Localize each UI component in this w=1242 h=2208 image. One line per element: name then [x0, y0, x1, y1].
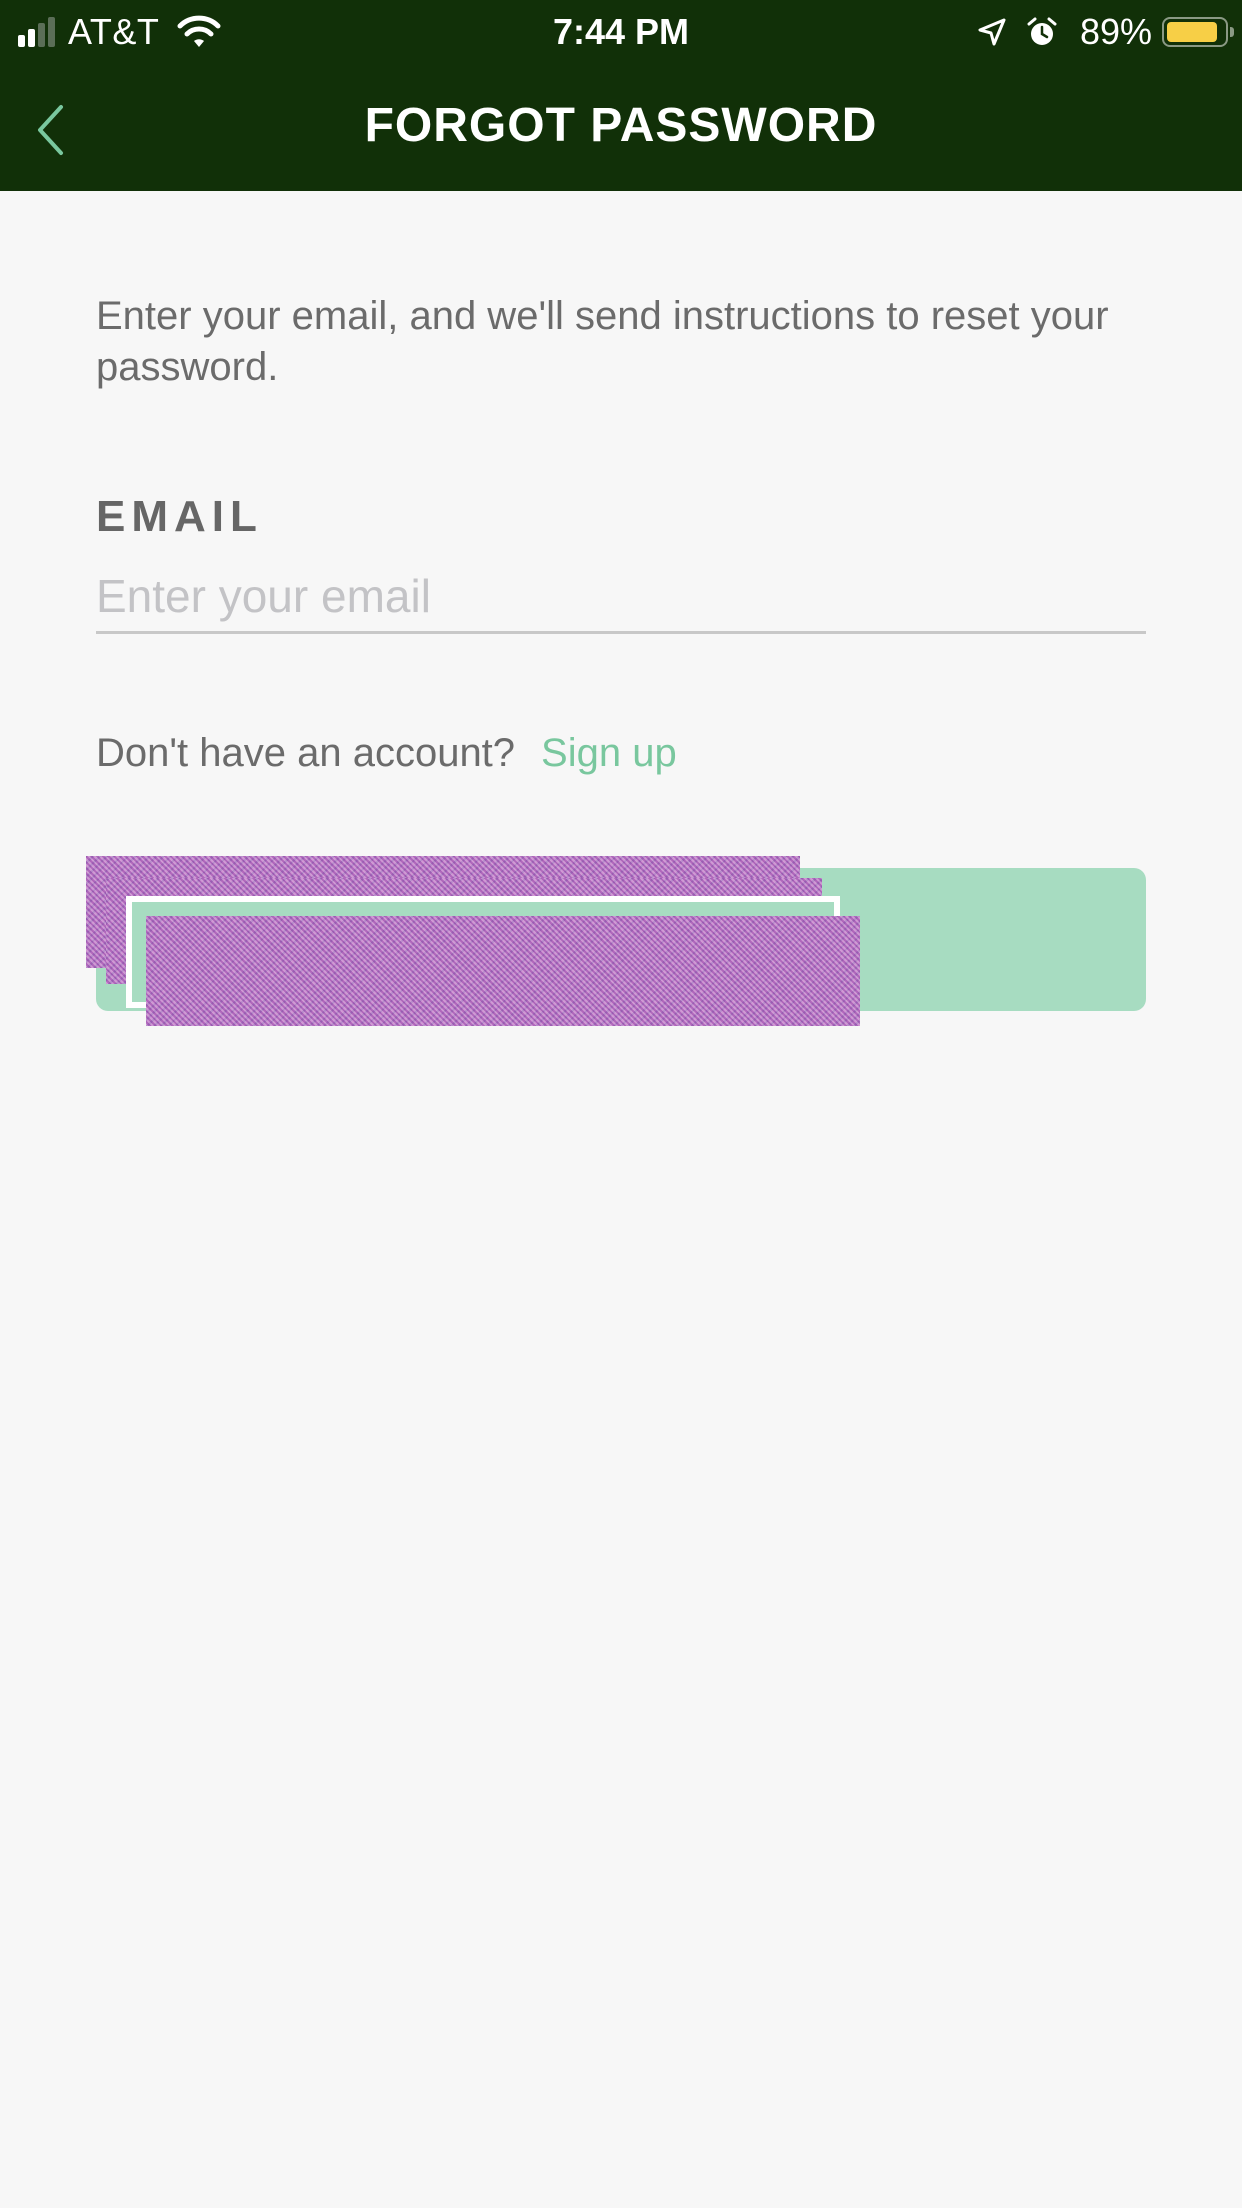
- header-bar: AT&T 7:44 PM 89% FORGOT PASSWORD: [0, 0, 1242, 191]
- signup-prompt: Don't have an account?: [96, 731, 516, 775]
- chevron-left-icon: [38, 105, 63, 155]
- instructions-text: Enter your email, and we'll send instruc…: [96, 294, 1109, 389]
- signup-row: Don't have an account? Sign up: [96, 726, 677, 780]
- battery-percent: 89%: [1079, 11, 1152, 52]
- location-arrow-icon: [978, 18, 1006, 46]
- signup-link[interactable]: Sign up: [541, 726, 677, 780]
- redaction-block: [146, 916, 860, 1026]
- status-bar: AT&T 7:44 PM 89%: [0, 0, 1242, 62]
- page-title: FORGOT PASSWORD: [364, 99, 878, 152]
- email-label: EMAIL: [96, 492, 263, 541]
- battery-icon: [1162, 17, 1234, 47]
- email-field[interactable]: [96, 560, 1146, 634]
- alarm-icon: [1027, 17, 1057, 45]
- back-button[interactable]: [20, 94, 80, 166]
- battery-level-fill: [1167, 22, 1217, 42]
- forgot-password-screen: AT&T 7:44 PM 89% FORGOT PASSWORD Enter y…: [0, 0, 1242, 2208]
- status-bar-right: 89%: [978, 10, 1234, 54]
